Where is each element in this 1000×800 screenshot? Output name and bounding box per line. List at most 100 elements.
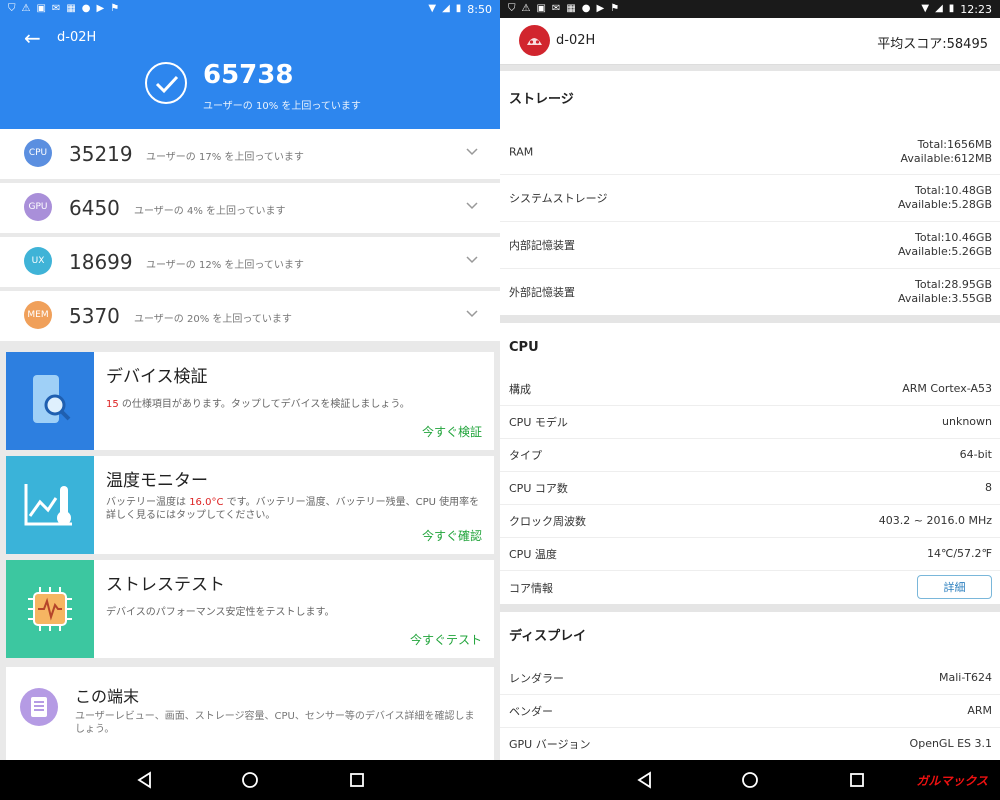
row-key: GPU バージョン xyxy=(509,738,591,751)
warning-icon: ⚠ xyxy=(21,3,31,14)
signal-icon: ◢ xyxy=(442,3,450,14)
score-percentile: ユーザーの 10% を上回っています xyxy=(203,101,361,112)
row-key: クロック周波数 xyxy=(509,515,586,528)
core-details-button[interactable]: 詳細 xyxy=(917,575,992,599)
mail-icon: ✉ xyxy=(551,3,561,14)
card-description-prefix: バッテリー温度は xyxy=(106,497,190,508)
available-value: Available:612MB xyxy=(900,151,992,165)
category-row-mem[interactable]: MEM 5370 ユーザーの 20% を上回っています xyxy=(0,291,500,341)
row-value: 14℃/57.2℉ xyxy=(926,547,992,560)
app-icon: ▦ xyxy=(66,3,76,14)
watermark-logo: ガルマックス xyxy=(916,774,988,788)
device-verify-card[interactable]: デバイス検証 15 の仕様項目があります。タップしてデバイスを検証しましょう。 … xyxy=(6,352,494,450)
info-row: クロック周波数 403.2 ~ 2016.0 MHz xyxy=(500,505,1000,538)
device-name: d-02H xyxy=(556,33,596,48)
row-key: タイプ xyxy=(509,449,542,462)
left-screen: ⛉ ⚠ ▣ ✉ ▦ ● ▶ ⚑ ▼ ◢ ▮ 8:50 ← d-02H 65738… xyxy=(0,0,500,760)
gpu-badge-icon: GPU xyxy=(24,193,52,221)
back-triangle-icon[interactable] xyxy=(136,771,154,789)
play-icon: ▶ xyxy=(596,3,605,14)
battery-icon: ▮ xyxy=(455,3,462,14)
ux-badge-icon: UX xyxy=(24,247,52,275)
row-key: 構成 xyxy=(509,383,531,396)
shield-icon: ⛉ xyxy=(508,3,516,14)
back-arrow-icon[interactable]: ← xyxy=(24,26,41,50)
document-icon xyxy=(20,688,58,726)
category-score: 35219 xyxy=(69,142,133,166)
chevron-down-icon[interactable] xyxy=(466,253,478,265)
category-percentile: ユーザーの 17% を上回っています xyxy=(146,152,304,163)
row-key: CPU コア数 xyxy=(509,482,568,495)
antutu-logo-icon xyxy=(519,25,550,56)
category-score: 18699 xyxy=(69,250,133,274)
mem-badge-icon: MEM xyxy=(24,301,52,329)
row-key: 外部記憶装置 xyxy=(509,286,575,299)
average-score: 平均スコア:58495 xyxy=(877,37,988,52)
chevron-down-icon[interactable] xyxy=(466,307,478,319)
category-percentile: ユーザーの 12% を上回っています xyxy=(146,260,304,271)
wifi-icon: ▼ xyxy=(921,3,930,14)
info-row: ベンダー ARM xyxy=(500,695,1000,728)
score-header: ← d-02H 65738 ユーザーの 10% を上回っています xyxy=(0,18,500,129)
home-circle-icon[interactable] xyxy=(241,771,259,789)
verify-now-link[interactable]: 今すぐ検証 xyxy=(422,423,482,440)
info-header: d-02H 平均スコア:58495 xyxy=(500,18,1000,65)
row-key: システムストレージ xyxy=(509,192,608,205)
phone-search-icon xyxy=(6,352,94,450)
info-row: 構成 ARM Cortex-A53 xyxy=(500,373,1000,406)
row-key: コア情報 xyxy=(509,581,553,595)
category-row-gpu[interactable]: GPU 6450 ユーザーの 4% を上回っています xyxy=(0,183,500,233)
shield-icon: ⛉ xyxy=(8,3,16,14)
battery-temperature: 16.0°C xyxy=(189,497,224,508)
cpu-section: CPU 構成 ARM Cortex-A53 CPU モデル unknown タイ… xyxy=(500,323,1000,604)
total-score: 65738 xyxy=(203,60,294,90)
available-value: Available:3.55GB xyxy=(897,292,992,305)
notification-icons: ⛉ ⚠ ▣ ✉ ▦ ● ▶ ⚑ xyxy=(8,4,119,14)
warning-icon: ⚠ xyxy=(521,3,531,14)
stress-test-card[interactable]: ストレステスト デバイスのパフォーマンス安定性をテストします。 今すぐテスト xyxy=(6,560,494,658)
row-value: 403.2 ~ 2016.0 MHz xyxy=(878,514,992,527)
available-value: Available:5.26GB xyxy=(897,245,992,258)
category-row-ux[interactable]: UX 18699 ユーザーの 12% を上回っています xyxy=(0,237,500,287)
total-value: Total:10.48GB xyxy=(915,184,992,197)
storage-section: ストレージ RAM Total:1656MB Available:612MB シス… xyxy=(500,71,1000,315)
chip-pulse-icon xyxy=(6,560,94,658)
info-row: CPU モデル unknown xyxy=(500,406,1000,439)
test-now-link[interactable]: 今すぐテスト xyxy=(410,631,482,648)
info-row: システムストレージ Total:10.48GB Available:5.28GB xyxy=(500,175,1000,222)
category-row-cpu[interactable]: CPU 35219 ユーザーの 17% を上回っています xyxy=(0,129,500,179)
chevron-down-icon[interactable] xyxy=(466,145,478,157)
app-icon: ▦ xyxy=(566,3,576,14)
check-now-link[interactable]: 今すぐ確認 xyxy=(422,527,482,544)
info-row: CPU コア数 8 xyxy=(500,472,1000,505)
row-value: Total:10.48GB Available:5.28GB xyxy=(898,184,992,212)
section-title: ディスプレイ xyxy=(509,629,587,644)
info-row: CPU 温度 14℃/57.2℉ xyxy=(500,538,1000,571)
chevron-down-icon[interactable] xyxy=(466,199,478,211)
notification-icons: ⛉ ⚠ ▣ ✉ ▦ ● ▶ ⚑ xyxy=(508,4,619,14)
row-value: 64-bit xyxy=(959,448,992,461)
temperature-monitor-card[interactable]: 温度モニター バッテリー温度は 16.0°C です。バッテリー温度、バッテリー残… xyxy=(6,456,494,554)
home-circle-icon[interactable] xyxy=(741,771,759,789)
this-device-card[interactable]: この端末 ユーザーレビュー、画面、ストレージ容量、CPU、センサー等のデバイス詳… xyxy=(6,667,494,760)
card-description: ユーザーレビュー、画面、ストレージ容量、CPU、センサー等のデバイス詳細を確認し… xyxy=(75,711,475,735)
category-percentile: ユーザーの 4% を上回っています xyxy=(134,206,286,217)
row-value: unknown xyxy=(942,415,992,428)
flag-icon: ⚑ xyxy=(610,3,620,14)
total-value: Total:10.46GB xyxy=(915,231,992,244)
status-bar: ⛉ ⚠ ▣ ✉ ▦ ● ▶ ⚑ ▼ ◢ ▮ 8:50 xyxy=(0,0,500,18)
device-name: d-02H xyxy=(57,30,97,45)
card-title: この端末 xyxy=(75,687,140,706)
card-title: 温度モニター xyxy=(106,471,208,491)
navigation-bar: ガルマックス xyxy=(0,760,1000,800)
divider xyxy=(500,315,1000,323)
flag-icon: ⚑ xyxy=(110,3,120,14)
row-value: ARM xyxy=(967,704,992,717)
recents-square-icon[interactable] xyxy=(848,771,866,789)
card-title: デバイス検証 xyxy=(106,367,208,387)
info-row: コア情報 詳細 xyxy=(500,571,1000,604)
back-triangle-icon[interactable] xyxy=(636,771,654,789)
right-screen: ⛉ ⚠ ▣ ✉ ▦ ● ▶ ⚑ ▼ ◢ ▮ 12:23 d-02H 平均スコア:… xyxy=(500,0,1000,760)
recents-square-icon[interactable] xyxy=(348,771,366,789)
card-description: 15 の仕様項目があります。タップしてデバイスを検証しましょう。 xyxy=(106,398,486,411)
